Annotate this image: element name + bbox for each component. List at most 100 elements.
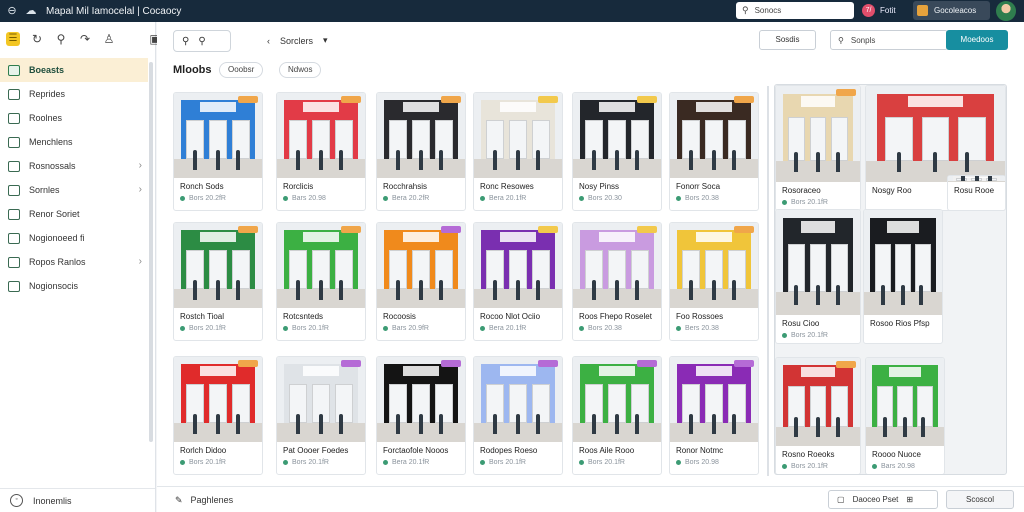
status-dot-icon	[782, 333, 787, 338]
shop-window	[831, 386, 849, 427]
store-card[interactable]: Rocchrahsis Bera 20.2fR	[376, 92, 466, 211]
store-card[interactable]: Ronc Resowes Bera 20.1fR	[473, 92, 563, 211]
store-card[interactable]: Foo Rossoes Bers 20.38	[669, 222, 759, 341]
store-card[interactable]: Rostch Tioal Bors 20.1fR	[173, 222, 263, 341]
pagination[interactable]: ✎ Paghlenes	[175, 495, 233, 506]
store-sign	[200, 101, 236, 112]
preview-card[interactable]: Rosu Cioo Bors 20.1fR	[775, 209, 861, 344]
sidebar-item[interactable]: Roolnes	[0, 106, 148, 130]
sidebar-item[interactable]: Boeasts	[0, 58, 148, 82]
store-card[interactable]: Rodopes Roeso Bors 20.1fR	[473, 356, 563, 475]
store-card[interactable]: Pat Oooer Foedes Bors 20.1fR	[276, 356, 366, 475]
store-card[interactable]: Ronor Notmc Bors 20.98	[669, 356, 759, 475]
thumbnail-badge	[734, 226, 754, 233]
store-card[interactable]: Roos Fhepo Roselet Bors 20.38	[572, 222, 662, 341]
shopper	[493, 149, 498, 170]
sidebar-item[interactable]: Rosnossals ›	[0, 154, 148, 178]
sidebar-item[interactable]: Menchlens	[0, 130, 148, 154]
shop-window	[532, 120, 550, 160]
thumbnail-badge	[637, 360, 657, 367]
sidebar-item[interactable]: Ropos Ranlos ›	[0, 250, 148, 274]
store-sign	[907, 95, 964, 108]
filter-chip-1[interactable]: Ooobsr	[219, 62, 264, 78]
preview-panel[interactable]: Rosoraceo Bors 20.1fR Nosgy Roo Rosu Rooe Ro…	[774, 84, 1007, 475]
shopper	[689, 413, 694, 434]
card-meta-text: Bors 20.38	[685, 195, 719, 202]
sidebar-scrollbar[interactable]	[149, 62, 153, 442]
store-card[interactable]: Rorlch Didoo Bors 20.1fR	[173, 356, 263, 475]
breadcrumb[interactable]: ‹ Sorclers ▾	[267, 35, 328, 46]
shopper	[615, 279, 620, 300]
preview-card[interactable]: Rosoo Rios Pfsp	[863, 209, 943, 344]
filter-chip-2[interactable]: Ndwos	[279, 62, 322, 78]
card-meta-text: Bors 20.1fR	[189, 325, 226, 332]
sidebar-nav: Boeasts Reprides Roolnes Menchlens Rosnossal…	[0, 58, 148, 298]
person-icon[interactable]: ♙	[102, 32, 116, 46]
cancel-button[interactable]: Scoscol	[946, 490, 1014, 509]
card-title: Rocoo Nlot Ociio	[480, 312, 541, 321]
store-card[interactable]: Rocoo Nlot Ociio Bera 20.1fR	[473, 222, 563, 341]
sidebar-item[interactable]: Nogionsocis	[0, 274, 148, 298]
shopper	[439, 279, 444, 300]
store-card[interactable]: Rocoosis Bars 20.9fR	[376, 222, 466, 341]
store-card[interactable]: Ronch Sods Bors 20.2fR	[173, 92, 263, 211]
sidebar-item[interactable]: Reprides	[0, 82, 148, 106]
shopper	[794, 152, 799, 173]
shop-window	[728, 384, 746, 424]
forward-icon[interactable]: ↷	[78, 32, 92, 46]
thumbnail-badge	[441, 226, 461, 233]
search-icon[interactable]: ⚲	[54, 32, 68, 46]
store-card[interactable]: Roos Aile Rooo Bors 20.1fR	[572, 356, 662, 475]
card-title: Rosu Rooe	[954, 186, 995, 195]
user-menu[interactable]: 7/ Fotit	[862, 4, 896, 17]
secondary-button[interactable]: Sosdis	[759, 30, 816, 50]
view-toolbar[interactable]: ⚲ ⚲	[173, 30, 231, 52]
profile-avatar[interactable]	[996, 1, 1016, 21]
shopper	[592, 149, 597, 170]
store-sign	[696, 365, 732, 376]
store-thumbnail	[277, 93, 365, 178]
thumbnail-badge	[538, 360, 558, 367]
preview-card[interactable]: Rosno Roeoks Bors 20.1fR	[775, 357, 861, 474]
shopper	[339, 279, 344, 300]
store-card[interactable]: Fonorr Soca Bors 20.38	[669, 92, 759, 211]
preview-card[interactable]: Rosoraceo Bors 20.1fR	[775, 85, 861, 211]
shopper	[419, 413, 424, 434]
preview-card[interactable]: Roooo Nuoce Bars 20.98	[865, 357, 945, 474]
sidebar-item[interactable]: Renor Soriet	[0, 202, 148, 226]
card-meta: Bors 20.1fR	[474, 455, 562, 470]
card-meta: Bera 20.1fR	[474, 321, 562, 336]
search-icon[interactable]: ⚲	[198, 36, 205, 47]
card-meta: Bera 20.2fR	[377, 191, 465, 206]
refresh-icon[interactable]: ↻	[30, 32, 44, 46]
menu-icon[interactable]: ☰	[6, 32, 20, 46]
primary-button[interactable]: Moedoos	[946, 30, 1008, 50]
shopper	[964, 152, 969, 173]
preview-card[interactable]: Rosu Rooe	[947, 175, 1006, 211]
status-dot-icon	[283, 460, 288, 465]
back-icon[interactable]: ⊖	[5, 4, 19, 18]
sidebar-item[interactable]: Nogionoeed fi	[0, 226, 148, 250]
store-card[interactable]: Forctaofole Nooos Bera 20.1fR	[376, 356, 466, 475]
status-dot-icon	[480, 196, 485, 201]
shopper	[193, 279, 198, 300]
shopper	[732, 149, 737, 170]
zoom-icon[interactable]: ⚲	[182, 36, 189, 47]
org-switcher[interactable]: Gocoleacos	[913, 1, 990, 20]
store-thumbnail	[474, 223, 562, 308]
store-card[interactable]: Nosy Pinss Bors 20.30	[572, 92, 662, 211]
card-meta-text: Bors 20.1fR	[292, 459, 329, 466]
card-meta-text: Bors 20.1fR	[791, 463, 828, 470]
store-card[interactable]: Rotcsnteds Bors 20.1fR	[276, 222, 366, 341]
thumbnail-badge	[836, 89, 856, 96]
sidebar-footer[interactable]: ◦ Inonemlis	[0, 488, 155, 512]
shopper	[193, 413, 198, 434]
cloud-icon[interactable]: ☁	[24, 4, 38, 18]
density-select[interactable]: ▢ Daoceo Pset ⊞	[828, 490, 938, 509]
thumbnail-badge	[238, 96, 258, 103]
content-search-input[interactable]: ⚲ Sonpls	[830, 30, 948, 50]
sidebar-item[interactable]: Sornles ›	[0, 178, 148, 202]
store-card[interactable]: Rorclicis Bars 20.98	[276, 92, 366, 211]
top-search-input[interactable]: ⚲ Sonocs	[736, 2, 854, 19]
chevron-right-icon: ›	[138, 256, 142, 267]
